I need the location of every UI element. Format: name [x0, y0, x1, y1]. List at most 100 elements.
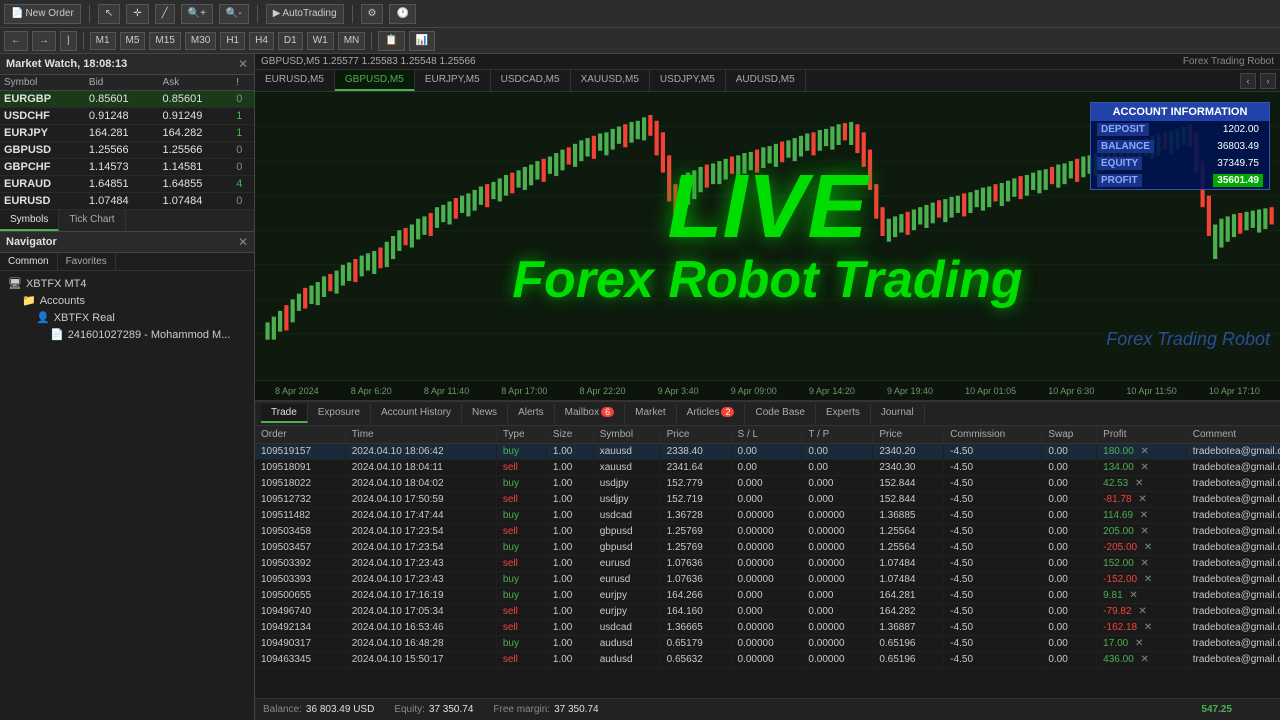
market-watch-row[interactable]: EURUSD 1.07484 1.07484 0	[0, 193, 254, 210]
close-order-button[interactable]: ✕	[1135, 638, 1143, 649]
nav-item-account[interactable]: 📄 241601027289 - Mohammod M...	[46, 326, 250, 343]
prev-tool-button[interactable]: ←	[4, 31, 28, 51]
term-tab-account-history[interactable]: Account History	[371, 404, 462, 423]
nav-tab-favorites[interactable]: Favorites	[58, 253, 116, 270]
tf-h1[interactable]: H1	[220, 32, 245, 50]
template-button[interactable]: 📋	[378, 31, 404, 51]
market-watch-row[interactable]: USDCHF 0.91248 0.91249 1	[0, 108, 254, 125]
term-tab-code-base[interactable]: Code Base	[745, 404, 815, 423]
next-tool-button[interactable]: →	[32, 31, 56, 51]
tf-m15[interactable]: M15	[149, 32, 180, 50]
acc-profit-value: 35601.49	[1213, 174, 1263, 187]
chart-tabs-prev[interactable]: ‹	[1240, 73, 1256, 89]
chart-tab-usdcad[interactable]: USDCAD,M5	[491, 70, 571, 91]
table-row[interactable]: 109503393 2024.04.10 17:23:43 buy 1.00 e…	[255, 572, 1280, 588]
table-row[interactable]: 109490317 2024.04.10 16:48:28 buy 1.00 a…	[255, 636, 1280, 652]
line-tool-button[interactable]: ╱	[155, 4, 175, 24]
trades-table-wrap[interactable]: OrderTimeTypeSizeSymbolPriceS / LT / PPr…	[255, 426, 1280, 698]
tf-m1[interactable]: M1	[90, 32, 116, 50]
chart-tab-usdjpy[interactable]: USDJPY,M5	[650, 70, 726, 91]
nav-item-xbtfx[interactable]: 👤 XBTFX Real	[32, 309, 250, 326]
term-tab-trade[interactable]: Trade	[261, 404, 308, 423]
tf-m30[interactable]: M30	[185, 32, 216, 50]
close-order-button[interactable]: ✕	[1129, 590, 1137, 601]
close-order-button[interactable]: ✕	[1144, 622, 1152, 633]
close-order-button[interactable]: ✕	[1141, 558, 1149, 569]
order-price: 152.779	[660, 476, 731, 492]
tf-d1[interactable]: D1	[278, 32, 303, 50]
table-row[interactable]: 109518091 2024.04.10 18:04:11 sell 1.00 …	[255, 460, 1280, 476]
close-order-button[interactable]: ✕	[1141, 462, 1149, 473]
zoom-out-button[interactable]: 🔍-	[219, 4, 249, 24]
term-tab-market[interactable]: Market	[625, 404, 677, 423]
chart-main[interactable]: LIVE Forex Robot Trading ACCOUNT INFORMA…	[255, 92, 1280, 380]
table-row[interactable]: 109500655 2024.04.10 17:16:19 buy 1.00 e…	[255, 588, 1280, 604]
market-watch-row[interactable]: EURGBP 0.85601 0.85601 0	[0, 91, 254, 108]
nav-item-accounts[interactable]: 📁 Accounts	[18, 292, 250, 309]
close-order-button[interactable]: ✕	[1141, 446, 1149, 457]
chart-tab-eurjpy[interactable]: EURJPY,M5	[415, 70, 491, 91]
market-watch-row[interactable]: GBPUSD 1.25566 1.25566 0	[0, 142, 254, 159]
term-tab-experts[interactable]: Experts	[816, 404, 871, 423]
chart-tab-xauusd[interactable]: XAUUSD,M5	[571, 70, 650, 91]
term-tab-mailbox[interactable]: Mailbox6	[555, 404, 625, 423]
term-tab-journal[interactable]: Journal	[871, 404, 925, 423]
order-sl: 0.00000	[731, 572, 802, 588]
table-row[interactable]: 109503392 2024.04.10 17:23:43 sell 1.00 …	[255, 556, 1280, 572]
order-tp: 0.000	[802, 476, 873, 492]
tf-m5[interactable]: M5	[120, 32, 146, 50]
close-order-button[interactable]: ✕	[1144, 542, 1152, 553]
chart-tab-gbpusd[interactable]: GBPUSD,M5	[335, 70, 415, 91]
market-watch-row[interactable]: EURJPY 164.281 164.282 1	[0, 125, 254, 142]
nav-tab-common[interactable]: Common	[0, 253, 58, 270]
chart-tab-eurusd[interactable]: EURUSD,M5	[255, 70, 335, 91]
table-row[interactable]: 109518022 2024.04.10 18:04:02 buy 1.00 u…	[255, 476, 1280, 492]
tab-tick-chart[interactable]: Tick Chart	[59, 210, 125, 231]
history-button[interactable]: 🕐	[389, 4, 415, 24]
table-row[interactable]: 109503458 2024.04.10 17:23:54 sell 1.00 …	[255, 524, 1280, 540]
draw-line-button[interactable]: |	[60, 31, 77, 51]
new-order-button[interactable]: 📄 New Order	[4, 4, 81, 24]
settings-button[interactable]: ⚙	[361, 4, 384, 24]
market-watch-tabs: Symbols Tick Chart	[0, 210, 254, 232]
order-type: buy	[496, 444, 546, 460]
table-row[interactable]: 109463345 2024.04.10 15:50:17 sell 1.00 …	[255, 652, 1280, 668]
market-watch-row[interactable]: GBPCHF 1.14573 1.14581 0	[0, 159, 254, 176]
nav-item-mt4[interactable]: 🖥 XBTFX MT4	[4, 275, 250, 292]
zoom-in-button[interactable]: 🔍+	[181, 4, 213, 24]
close-order-button[interactable]: ✕	[1135, 478, 1143, 489]
chart-tabs-next[interactable]: ›	[1260, 73, 1276, 89]
total-profit: 547.25	[1201, 704, 1272, 715]
tf-h4[interactable]: H4	[249, 32, 274, 50]
navigator-close[interactable]: ✕	[238, 235, 248, 249]
market-watch-close[interactable]: ✕	[238, 57, 248, 71]
close-order-button[interactable]: ✕	[1141, 526, 1149, 537]
acc-deposit-label: DEPOSIT	[1097, 123, 1149, 136]
order-swap: 0.00	[1042, 556, 1097, 572]
close-order-button[interactable]: ✕	[1138, 494, 1146, 505]
tf-mn[interactable]: MN	[338, 32, 366, 50]
market-watch-row[interactable]: EURAUD 1.64851 1.64855 4	[0, 176, 254, 193]
table-row[interactable]: 109503457 2024.04.10 17:23:54 buy 1.00 g…	[255, 540, 1280, 556]
table-row[interactable]: 109511482 2024.04.10 17:47:44 buy 1.00 u…	[255, 508, 1280, 524]
tf-w1[interactable]: W1	[307, 32, 334, 50]
chart-tab-audusd[interactable]: AUDUSD,M5	[726, 70, 806, 91]
autotrading-button[interactable]: ▶ AutoTrading	[266, 4, 344, 24]
close-order-button[interactable]: ✕	[1141, 654, 1149, 665]
table-row[interactable]: 109492134 2024.04.10 16:53:46 sell 1.00 …	[255, 620, 1280, 636]
table-row[interactable]: 109519157 2024.04.10 18:06:42 buy 1.00 x…	[255, 444, 1280, 460]
crosshair-button[interactable]: ✛	[126, 4, 148, 24]
table-row[interactable]: 109496740 2024.04.10 17:05:34 sell 1.00 …	[255, 604, 1280, 620]
term-tab-exposure[interactable]: Exposure	[308, 404, 371, 423]
arrow-tool-button[interactable]: ↖	[98, 4, 120, 24]
close-order-button[interactable]: ✕	[1138, 606, 1146, 617]
tab-symbols[interactable]: Symbols	[0, 210, 59, 231]
term-tab-news[interactable]: News	[462, 404, 508, 423]
indicators-button[interactable]: 📊	[409, 31, 435, 51]
close-order-button[interactable]: ✕	[1140, 510, 1148, 521]
table-row[interactable]: 109512732 2024.04.10 17:50:59 sell 1.00 …	[255, 492, 1280, 508]
term-tab-alerts[interactable]: Alerts	[508, 404, 555, 423]
change-value: 0	[232, 91, 254, 108]
close-order-button[interactable]: ✕	[1144, 574, 1152, 585]
term-tab-articles[interactable]: Articles2	[677, 404, 746, 423]
